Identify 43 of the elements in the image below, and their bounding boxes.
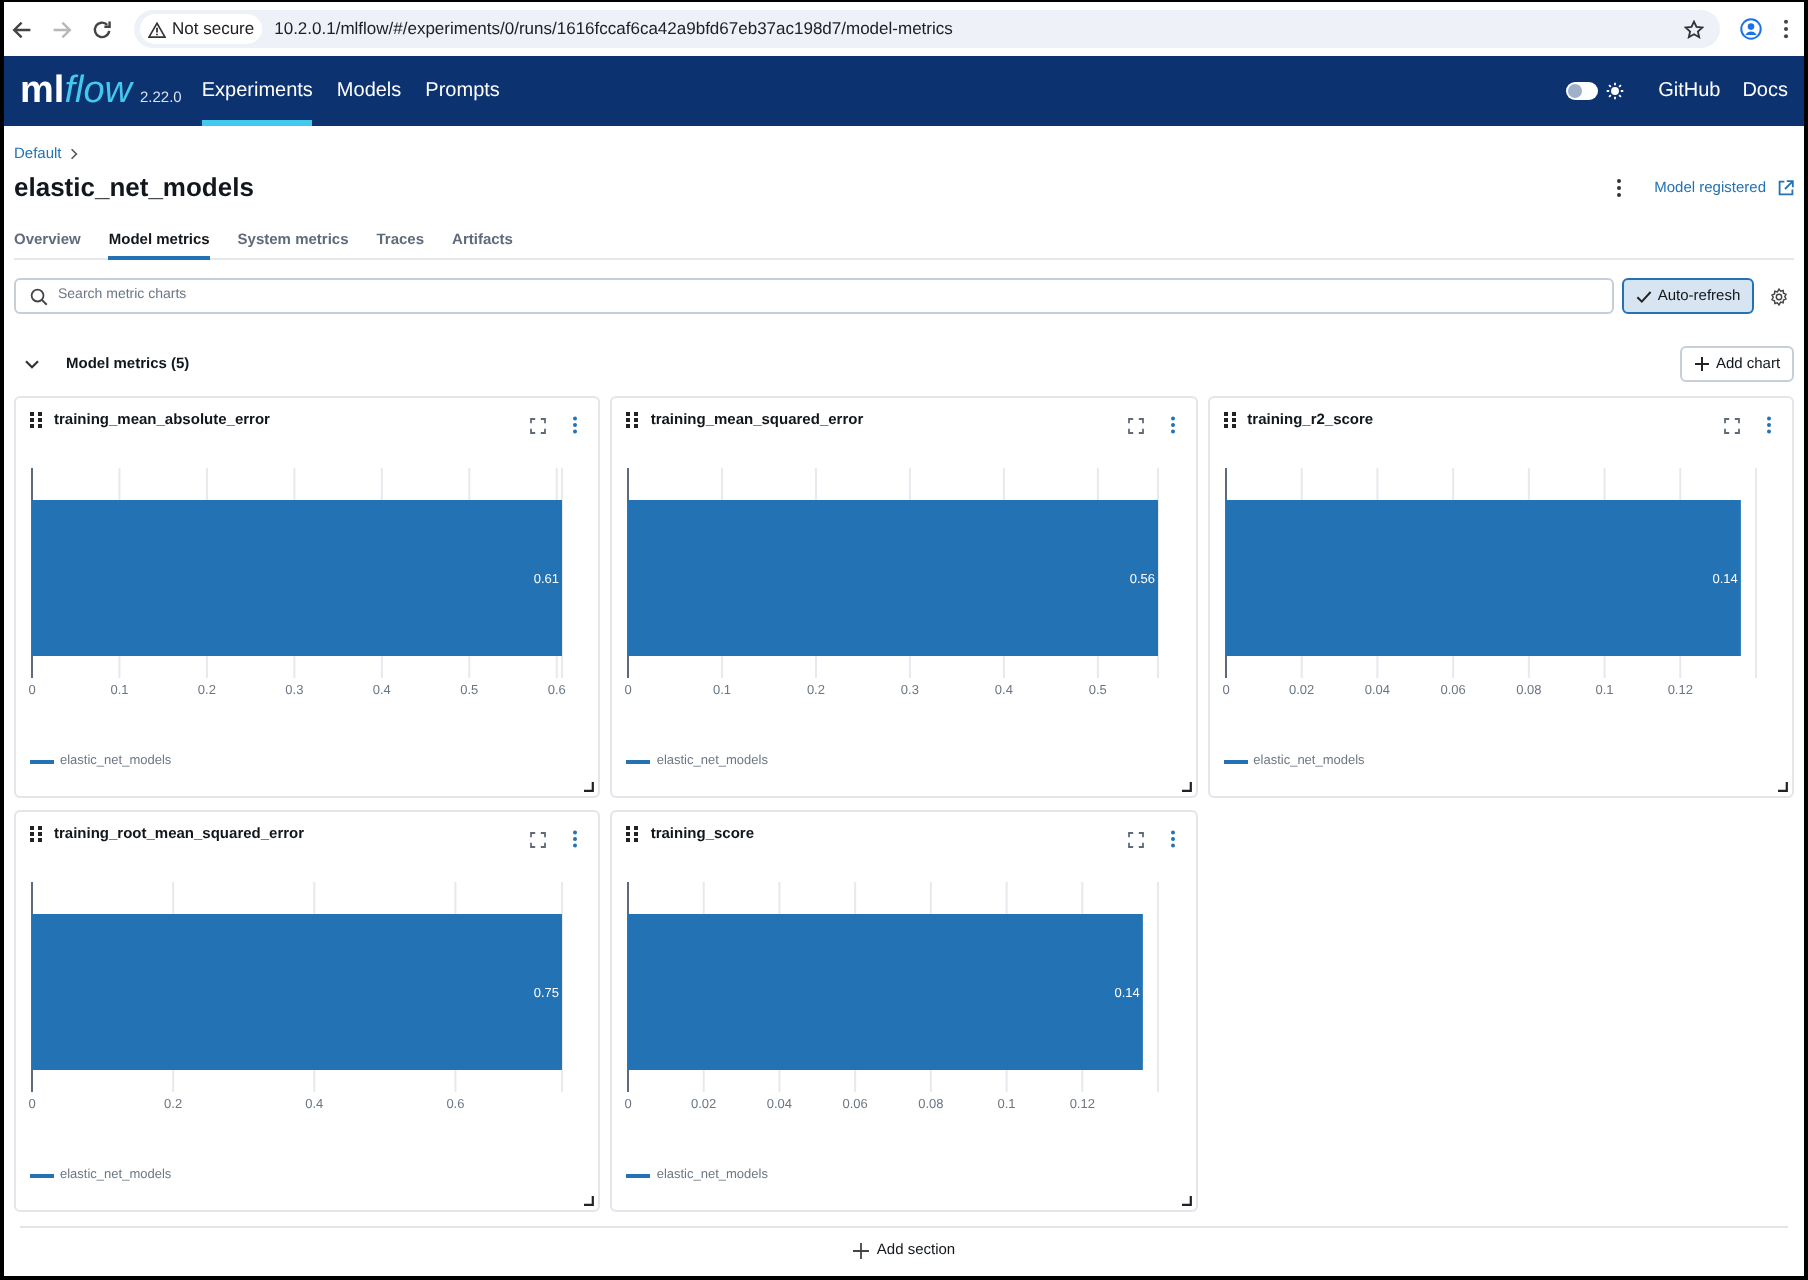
reload-icon[interactable] xyxy=(92,19,112,39)
settings-icon[interactable] xyxy=(1770,287,1788,305)
search-icon xyxy=(30,287,48,305)
menu-icon[interactable] xyxy=(1782,18,1790,40)
drag-handle-icon[interactable] xyxy=(626,826,639,842)
drag-handle-icon[interactable] xyxy=(626,412,639,428)
resize-handle-icon[interactable] xyxy=(1181,1196,1192,1206)
fullscreen-icon[interactable] xyxy=(1127,418,1144,434)
more-options-icon[interactable] xyxy=(1616,178,1623,198)
sun-icon[interactable] xyxy=(1606,82,1625,100)
security-chip[interactable]: Not secure xyxy=(140,14,263,44)
logo[interactable]: mlflow xyxy=(20,56,132,126)
nav-link[interactable]: Models xyxy=(336,56,402,126)
resize-handle-icon[interactable] xyxy=(1181,782,1192,792)
chevron-down-icon[interactable] xyxy=(24,356,40,372)
drag-handle-icon[interactable] xyxy=(30,826,42,842)
chevron-right-icon xyxy=(69,147,78,159)
plus-icon xyxy=(852,1241,871,1259)
run-title: elastic_net_models xyxy=(14,170,254,207)
header-link[interactable]: Docs xyxy=(1742,76,1788,106)
header-link[interactable]: GitHub xyxy=(1658,76,1721,106)
security-label: Not secure xyxy=(172,16,255,42)
star-icon[interactable] xyxy=(1684,19,1704,39)
profile-icon[interactable] xyxy=(1740,18,1762,40)
url-text: 10.2.0.1/mlflow/#/experiments/0/runs/1616fccaf6ca42a9bfd67eb37ac198d7/model-metrics xyxy=(274,16,953,42)
warning-icon xyxy=(148,21,166,37)
drag-handle-icon[interactable] xyxy=(30,412,42,428)
theme-toggle[interactable] xyxy=(1566,82,1599,100)
check-icon xyxy=(1635,289,1652,303)
back-arrow-icon[interactable] xyxy=(12,19,32,39)
fullscreen-icon[interactable] xyxy=(1724,418,1740,434)
address-bar[interactable]: Not secure 10.2.0.1/mlflow/#/experiments/0/runs/1616fccaf6ca42a9bfd67eb37ac198d7/model-metrics xyxy=(134,10,1720,48)
resize-handle-icon[interactable] xyxy=(584,1196,595,1206)
fullscreen-icon[interactable] xyxy=(530,418,547,434)
external-link-icon xyxy=(1778,180,1794,196)
drag-handle-icon[interactable] xyxy=(1223,412,1236,428)
fullscreen-icon[interactable] xyxy=(530,832,547,848)
resize-handle-icon[interactable] xyxy=(1778,782,1788,792)
resize-handle-icon[interactable] xyxy=(584,782,595,792)
plus-icon xyxy=(1693,356,1710,372)
nav-link[interactable]: Experiments xyxy=(201,56,313,126)
nav-link[interactable]: Prompts xyxy=(425,56,500,126)
fullscreen-icon[interactable] xyxy=(1127,832,1144,848)
